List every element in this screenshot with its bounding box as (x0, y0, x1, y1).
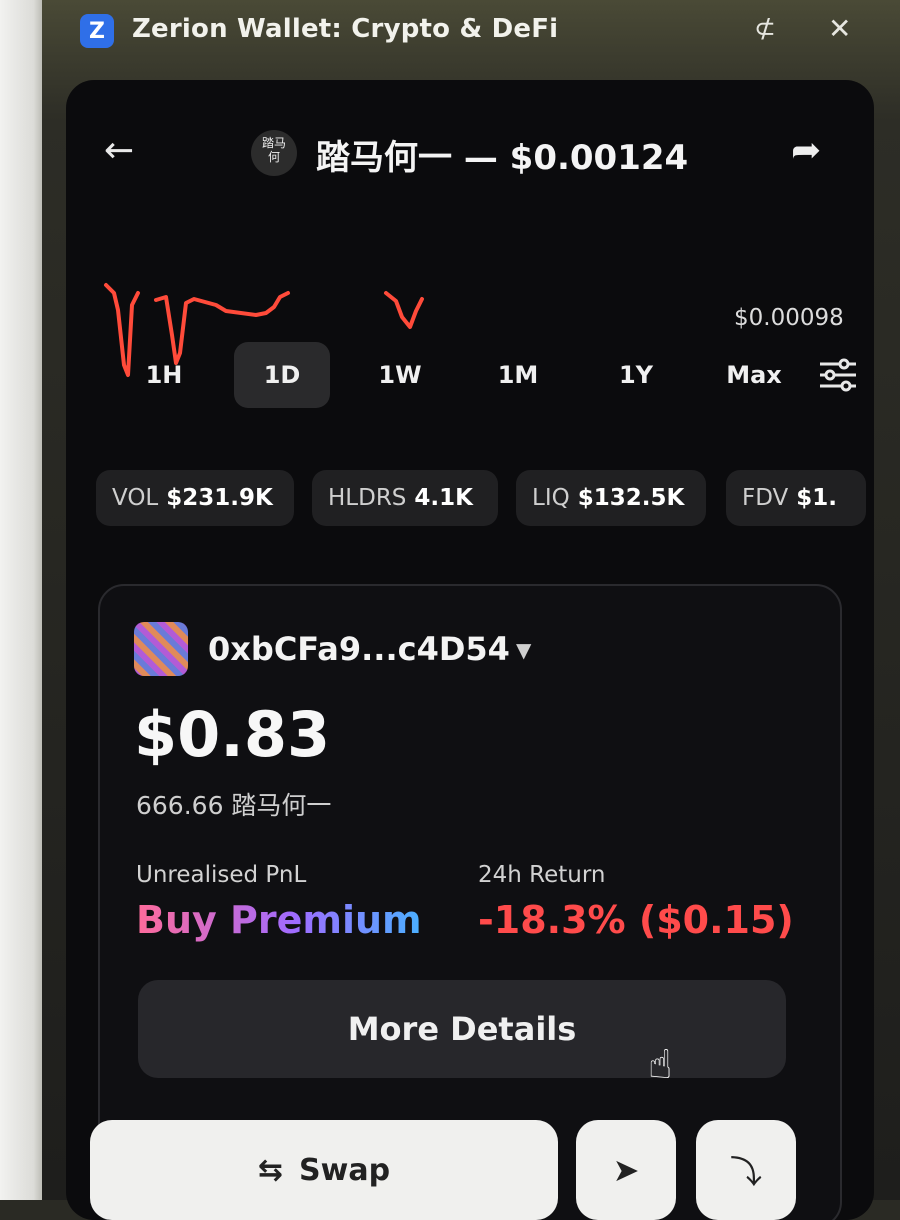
stat-fdv[interactable]: FDV $1. (726, 470, 866, 526)
action-bar: ⇆ Swap ➤ ⤵ (90, 1120, 850, 1220)
swap-arrows-icon: ⇆ (257, 1152, 284, 1188)
stat-key: VOL (112, 485, 159, 511)
titlebar: Z Zerion Wallet: Crypto & DeFi ⊄ ✕ (42, 0, 900, 62)
buy-premium-link[interactable]: Buy Premium (136, 898, 422, 942)
hand-cursor-icon: ☝ (648, 1042, 673, 1088)
timeframe-1m[interactable]: 1M (470, 342, 566, 408)
close-icon[interactable]: ✕ (828, 12, 851, 45)
token-price-title: 踏马何一 — $0.00124 (316, 138, 689, 178)
window-title: Zerion Wallet: Crypto & DeFi (132, 14, 559, 44)
token-stats: VOL $231.9K HLDRS 4.1K LIQ $132.5K FDV $… (96, 470, 874, 526)
send-button[interactable]: ➤ (576, 1120, 676, 1220)
wallet-avatar (134, 622, 188, 676)
stat-value: 4.1K (414, 485, 473, 511)
receive-icon: ⤵ (729, 1153, 762, 1191)
send-icon: ➤ (612, 1151, 640, 1189)
chevron-down-icon[interactable]: ▼ (516, 638, 531, 662)
wallet-address[interactable]: 0xbCFa9...c4D54 (208, 630, 510, 668)
swap-button[interactable]: ⇆ Swap (90, 1120, 558, 1220)
stat-volume[interactable]: VOL $231.9K (96, 470, 294, 526)
return-24h-label: 24h Return (478, 862, 606, 888)
zerion-logo-icon: Z (80, 14, 114, 48)
receive-button[interactable]: ⤵ (696, 1120, 796, 1220)
stat-value: $132.5K (577, 485, 685, 511)
timeframe-1h[interactable]: 1H (116, 342, 212, 408)
stat-holders[interactable]: HLDRS 4.1K (312, 470, 498, 526)
timeframe-max[interactable]: Max (706, 342, 802, 408)
token-avatar-text: 踏马 何 (261, 136, 286, 164)
position-balance: $0.83 (134, 698, 331, 771)
stat-key: FDV (742, 485, 789, 511)
back-arrow-icon[interactable]: ← (104, 130, 134, 171)
stat-key: HLDRS (328, 485, 407, 511)
pin-off-icon[interactable]: ⊄ (754, 14, 776, 44)
token-avatar: 踏马 何 (251, 130, 297, 176)
timeframe-1d[interactable]: 1D (234, 342, 330, 408)
token-panel: ← 踏马 何 踏马何一 — $0.00124 ➦ $0.00098 1H 1D … (66, 80, 874, 1220)
more-details-button[interactable]: More Details (138, 980, 786, 1078)
timeframe-selector: 1H 1D 1W 1M 1Y Max (116, 342, 866, 408)
stat-liquidity[interactable]: LIQ $132.5K (516, 470, 706, 526)
timeframe-1w[interactable]: 1W (352, 342, 448, 408)
extension-window: Z Zerion Wallet: Crypto & DeFi ⊄ ✕ ← 踏马 … (42, 0, 900, 1220)
stat-value: $231.9K (166, 485, 273, 511)
swap-label: Swap (299, 1152, 391, 1188)
share-icon[interactable]: ➦ (791, 130, 821, 171)
chart-min-price: $0.00098 (734, 305, 844, 331)
sliders-icon[interactable] (818, 355, 858, 395)
background-page-edge (0, 0, 42, 1200)
return-24h-value: -18.3% ($0.15) (478, 898, 794, 942)
unrealised-pnl-label: Unrealised PnL (136, 862, 307, 888)
stat-value: $1. (796, 485, 838, 511)
timeframe-1y[interactable]: 1Y (588, 342, 684, 408)
stat-key: LIQ (532, 485, 570, 511)
token-amount: 666.66 踏马何一 (136, 791, 332, 820)
